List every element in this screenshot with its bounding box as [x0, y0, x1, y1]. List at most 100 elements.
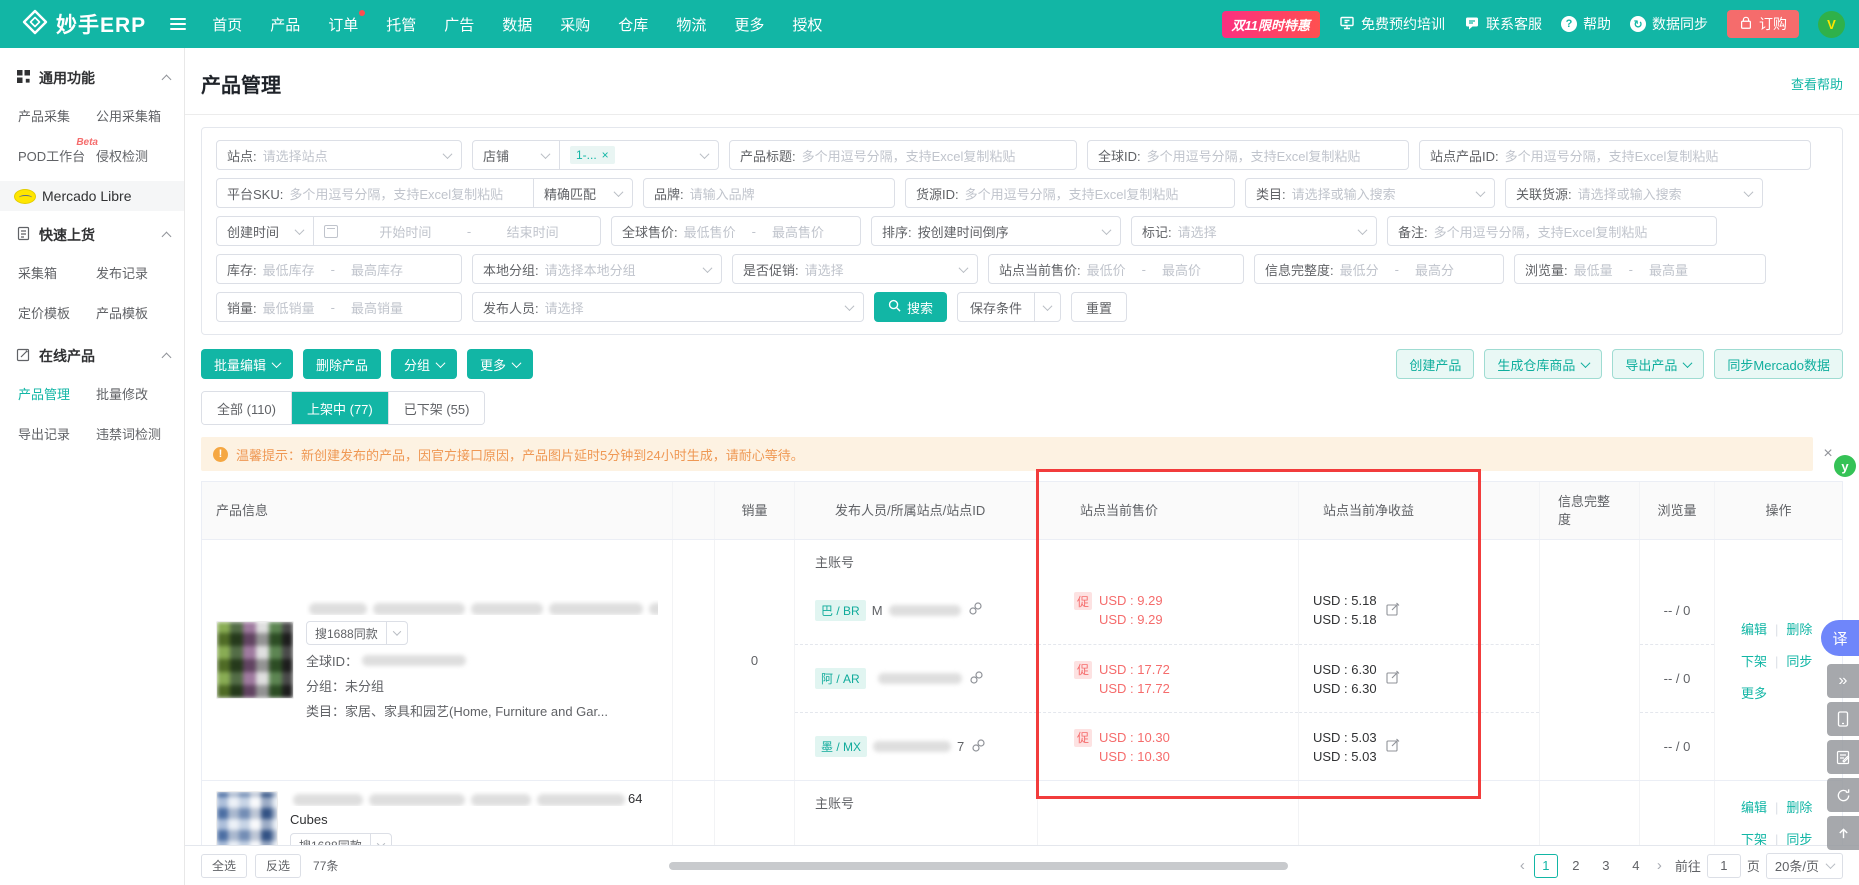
- platform-selector-mercado-libre[interactable]: Mercado Libre: [0, 181, 184, 211]
- sidebar-section-quick-listing[interactable]: 快速上货: [0, 215, 184, 255]
- goto-page-input[interactable]: [1706, 853, 1741, 878]
- nav-item-hosting[interactable]: 托管: [386, 14, 416, 35]
- shop-value-select[interactable]: 1-... ×: [559, 140, 719, 170]
- sidebar-item-product-template[interactable]: 产品模板: [96, 303, 176, 322]
- publisher-select[interactable]: 发布人员: 请选择: [472, 292, 864, 322]
- date-range-picker[interactable]: 开始时间 - 结束时间: [313, 216, 601, 246]
- page-4[interactable]: 4: [1624, 854, 1648, 878]
- subscribe-button[interactable]: 订购: [1727, 10, 1799, 38]
- sort-select[interactable]: 排序: 按创建时间倒序: [871, 216, 1121, 246]
- shop-tag[interactable]: 1-... ×: [570, 146, 615, 164]
- select-all-button[interactable]: 全选: [201, 853, 248, 878]
- sidebar-item-collect-box[interactable]: 采集箱: [18, 263, 96, 282]
- nav-item-ads[interactable]: 广告: [444, 14, 474, 35]
- delete-link[interactable]: 删除: [1786, 622, 1812, 637]
- collapse-panel-button[interactable]: »: [1827, 664, 1859, 698]
- page-3[interactable]: 3: [1594, 854, 1618, 878]
- link-icon[interactable]: [968, 602, 982, 618]
- more-actions-button[interactable]: 更多: [467, 349, 534, 379]
- shop-filter-select[interactable]: 店铺: [472, 140, 560, 170]
- data-sync-link[interactable]: ↻ 数据同步: [1630, 14, 1708, 34]
- invert-selection-button[interactable]: 反选: [255, 853, 302, 878]
- time-type-select[interactable]: 创建时间: [216, 216, 314, 246]
- delete-link[interactable]: 删除: [1786, 800, 1812, 815]
- nav-item-data[interactable]: 数据: [502, 14, 532, 35]
- link-icon[interactable]: [972, 738, 985, 755]
- sidebar-item-export-records[interactable]: 导出记录: [18, 424, 96, 443]
- site-price-range-input[interactable]: 站点当前售价: 最低价 - 最高价: [988, 254, 1244, 284]
- create-product-button[interactable]: 创建产品: [1396, 349, 1475, 379]
- scrollbar-thumb[interactable]: [668, 861, 1289, 870]
- sync-mercado-data-button[interactable]: 同步Mercado数据: [1714, 349, 1843, 379]
- edit-link[interactable]: 编辑: [1741, 622, 1767, 637]
- is-promo-select[interactable]: 是否促销: 请选择: [732, 254, 978, 284]
- generate-warehouse-goods-button[interactable]: 生成仓库商品: [1484, 349, 1603, 379]
- related-source-filter-select[interactable]: 关联货源: 请选择或输入搜索: [1505, 178, 1763, 208]
- nav-item-home[interactable]: 首页: [212, 14, 242, 35]
- edit-price-icon[interactable]: [1386, 670, 1400, 687]
- user-avatar[interactable]: V: [1818, 10, 1845, 38]
- source-id-filter-input[interactable]: 货源ID: 多个用逗号分隔，支持Excel复制粘贴: [905, 178, 1235, 208]
- sidebar-item-infringement-check[interactable]: 侵权检测: [96, 146, 176, 165]
- product-thumbnail[interactable]: [216, 791, 278, 853]
- nav-item-warehouse[interactable]: 仓库: [618, 14, 648, 35]
- sidebar-item-banned-words-check[interactable]: 违禁词检测: [96, 424, 176, 443]
- view-help-link[interactable]: 查看帮助: [1791, 74, 1843, 93]
- nav-item-more[interactable]: 更多: [734, 14, 764, 35]
- product-thumbnail[interactable]: [216, 621, 294, 699]
- tab-all[interactable]: 全部 (110): [202, 392, 291, 424]
- stock-range-input[interactable]: 库存: 最低库存 - 最高库存: [216, 254, 462, 284]
- sidebar-item-pricing-template[interactable]: 定价模板: [18, 303, 96, 322]
- chat-widget-button[interactable]: y: [1834, 455, 1856, 477]
- sidebar-section-common[interactable]: 通用功能: [0, 58, 184, 98]
- link-icon[interactable]: [970, 670, 983, 687]
- group-button[interactable]: 分组: [391, 349, 458, 379]
- page-size-select[interactable]: 20条/页: [1765, 852, 1843, 879]
- export-product-button[interactable]: 导出产品: [1612, 349, 1705, 379]
- product-title-filter-input[interactable]: 产品标题: 多个用逗号分隔，支持Excel复制粘贴: [729, 140, 1077, 170]
- sidebar-item-pod-workbench[interactable]: POD工作台 Beta: [18, 137, 98, 165]
- translate-float-button[interactable]: 译: [1821, 620, 1859, 656]
- sidebar-item-product-management[interactable]: 产品管理: [18, 384, 96, 403]
- nav-item-products[interactable]: 产品: [270, 14, 300, 35]
- category-filter-select[interactable]: 类目: 请选择或输入搜索: [1245, 178, 1495, 208]
- delist-link[interactable]: 下架: [1741, 654, 1767, 669]
- batch-edit-button[interactable]: 批量编辑: [201, 349, 294, 379]
- tag-remove-icon[interactable]: ×: [602, 148, 609, 162]
- remark-filter-input[interactable]: 备注: 多个用逗号分隔，支持Excel复制粘贴: [1387, 216, 1717, 246]
- global-id-filter-input[interactable]: 全球ID: 多个用逗号分隔，支持Excel复制粘贴: [1087, 140, 1409, 170]
- tab-listed[interactable]: 上架中 (77): [291, 392, 388, 424]
- mobile-preview-button[interactable]: [1827, 702, 1859, 736]
- local-group-select[interactable]: 本地分组: 请选择本地分组: [472, 254, 722, 284]
- nav-item-logistics[interactable]: 物流: [676, 14, 706, 35]
- sidebar-item-batch-modify[interactable]: 批量修改: [96, 384, 176, 403]
- views-range-input[interactable]: 浏览量: 最低量 - 最高量: [1514, 254, 1766, 284]
- platform-sku-filter-input[interactable]: 平台SKU: 多个用逗号分隔，支持Excel复制粘贴: [216, 178, 534, 208]
- edit-link[interactable]: 编辑: [1741, 800, 1767, 815]
- back-to-top-button[interactable]: [1827, 816, 1859, 850]
- nav-item-orders[interactable]: 订单: [328, 9, 366, 35]
- next-page-arrow[interactable]: ›: [1654, 857, 1665, 874]
- edit-price-icon[interactable]: [1386, 602, 1400, 619]
- sidebar-section-online-products[interactable]: 在线产品: [0, 336, 184, 376]
- double11-promo-badge[interactable]: 双11限时特惠: [1221, 10, 1320, 38]
- site-filter-select[interactable]: 站点: 请选择站点: [216, 140, 462, 170]
- nav-item-authorization[interactable]: 授权: [792, 14, 822, 35]
- free-training-link[interactable]: 免费预约培训: [1339, 14, 1445, 34]
- page-1[interactable]: 1: [1533, 853, 1558, 878]
- sidebar-item-product-collect[interactable]: 产品采集: [18, 106, 96, 125]
- exact-match-select[interactable]: 精确匹配: [533, 178, 633, 208]
- refresh-button[interactable]: [1827, 778, 1859, 812]
- delete-product-button[interactable]: 删除产品: [303, 349, 382, 379]
- menu-hamburger-icon[interactable]: [170, 18, 187, 30]
- app-logo[interactable]: 妙手ERP: [22, 9, 146, 40]
- mark-filter-select[interactable]: 标记: 请选择: [1131, 216, 1377, 246]
- prev-page-arrow[interactable]: ‹: [1517, 857, 1528, 874]
- feedback-form-button[interactable]: [1827, 740, 1859, 774]
- product-title[interactable]: Set: [306, 600, 658, 615]
- contact-support-link[interactable]: 联系客服: [1464, 14, 1542, 34]
- more-link[interactable]: 更多: [1741, 686, 1767, 701]
- brand-filter-input[interactable]: 品牌: 请输入品牌: [643, 178, 895, 208]
- sidebar-item-public-collect-box[interactable]: 公用采集箱: [96, 106, 176, 125]
- search-1688-button[interactable]: 搜1688同款: [306, 621, 408, 645]
